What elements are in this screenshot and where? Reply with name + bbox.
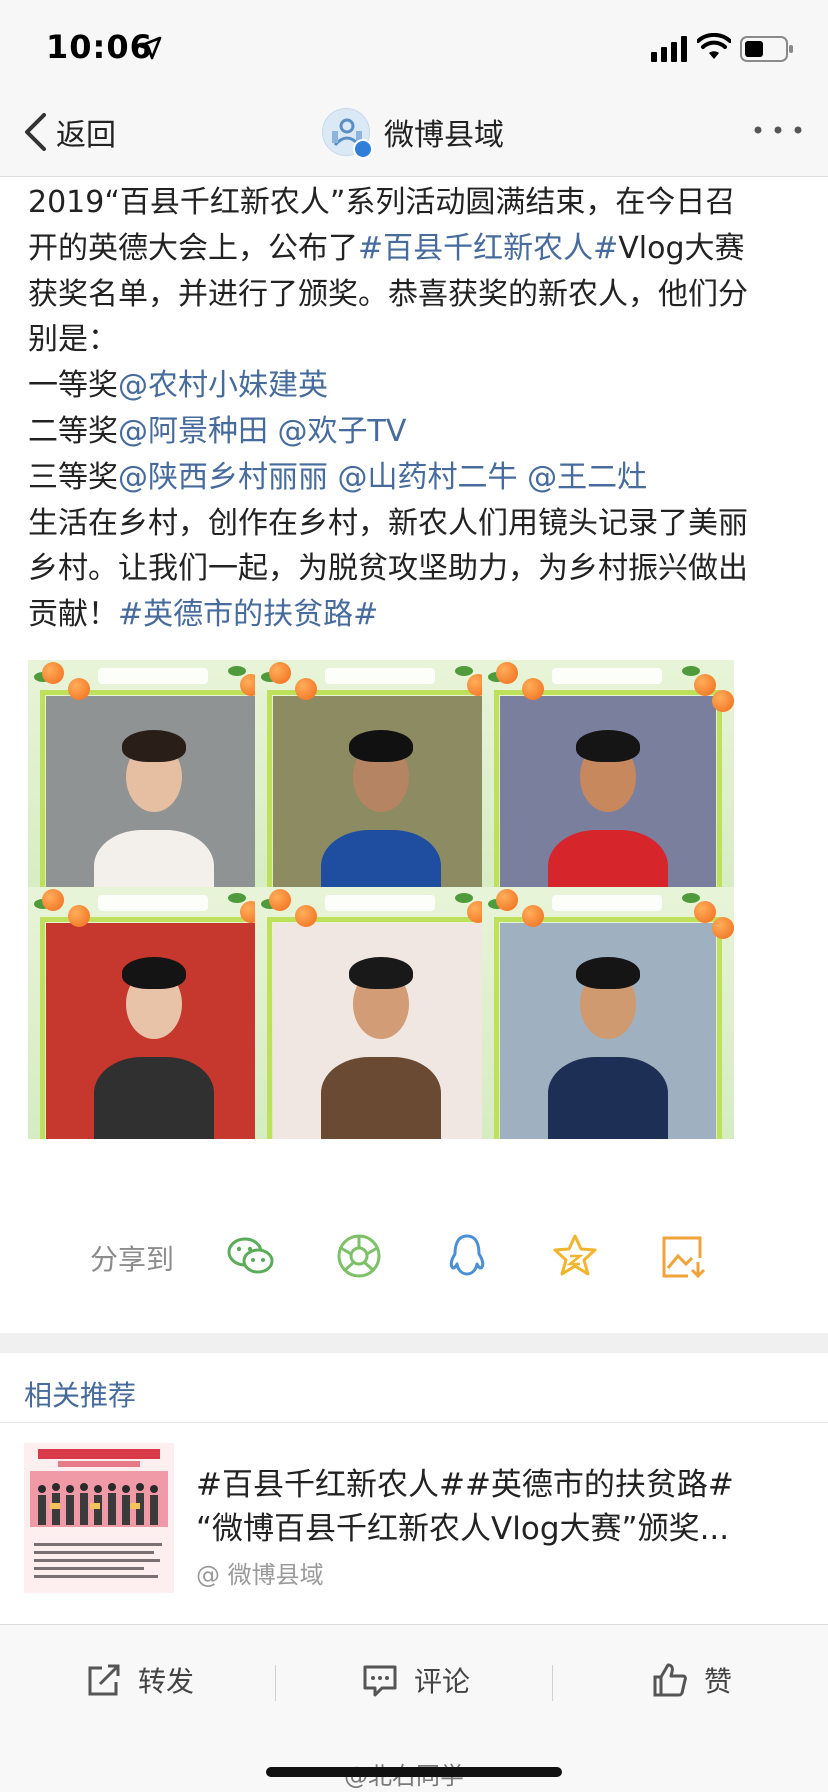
mention-link[interactable]: @山药村二牛: [338, 460, 518, 495]
post-text: 2019“百县千红新农人”系列活动圆满结束，在今日召 开的英德大会上，公布了#百县…: [28, 180, 808, 638]
comment-button[interactable]: 评论: [362, 1655, 470, 1705]
action-bar: 转发 评论 赞 @北右同学: [0, 1624, 828, 1792]
photo-woman-street[interactable]: [28, 887, 280, 1139]
save-image-icon[interactable]: [658, 1232, 708, 1280]
home-indicator[interactable]: [266, 1767, 562, 1777]
post-text-segment: 乡村。让我们一起，为脱贫攻坚助力，为乡村振兴做出: [28, 551, 748, 587]
post-text-segment: 三等奖: [28, 459, 118, 495]
post-line: 2019“百县千红新农人”系列活动圆满结束，在今日召: [28, 180, 808, 226]
cellular-signal-icon: [651, 36, 687, 62]
post-line: 贡献！#英德市的扶贫路#: [28, 592, 808, 638]
weibo-post-screen: 10:06 返回 微博县域 2019“百县千红新农人”系列活动圆满结束，在今日召…: [0, 0, 828, 1792]
related-thumbnail: [24, 1443, 174, 1593]
like-label: 赞: [704, 1665, 733, 1698]
like-button[interactable]: 赞: [652, 1655, 732, 1705]
favorite-icon[interactable]: [550, 1232, 600, 1280]
post-line: 乡村。让我们一起，为脱贫攻坚助力，为乡村振兴做出: [28, 546, 808, 592]
mention-link[interactable]: @欢子TV: [278, 414, 407, 449]
post-line: 开的英德大会上，公布了#百县千红新农人#Vlog大赛: [28, 226, 808, 272]
more-options-icon[interactable]: [750, 118, 806, 142]
post-text-segment: 2019“百县千红新农人”系列活动圆满结束，在今日召: [28, 185, 736, 220]
related-post-card[interactable]: #百县千红新农人##英德市的扶贫路# “微博百县千红新农人Vlog大赛”颁奖..…: [24, 1443, 804, 1593]
share-label: 分享到: [90, 1243, 175, 1276]
post-text-segment: Vlog大赛: [618, 230, 745, 266]
related-divider: [0, 1422, 828, 1423]
account-avatar: [322, 108, 373, 159]
post-line: 二等奖@阿景种田 @欢子TV: [28, 409, 808, 455]
back-button[interactable]: 返回: [22, 110, 116, 154]
post-line: 获奖名单，并进行了颁奖。恭喜获奖的新农人，他们分: [28, 272, 808, 318]
thumbs-up-icon: [653, 1663, 687, 1697]
post-text-segment: 获奖名单，并进行了颁奖。恭喜获奖的新农人，他们分: [28, 276, 748, 312]
action-divider: [275, 1665, 276, 1701]
back-label: 返回: [56, 118, 116, 153]
photo-woman-white-shirt[interactable]: [28, 660, 280, 912]
related-post-title: “微博百县千红新农人Vlog大赛”颁奖...: [196, 1511, 730, 1547]
repost-label: 转发: [138, 1665, 195, 1698]
nav-account[interactable]: 微博县域: [322, 106, 504, 159]
award-group-photo-icon: [24, 1443, 174, 1593]
mention-link[interactable]: @王二灶: [527, 460, 647, 495]
photo-man-tea-basket[interactable]: [482, 887, 734, 1139]
post-line: 生活在乡村，创作在乡村，新农人们用镜头记录了美丽: [28, 501, 808, 547]
repost-button[interactable]: 转发: [86, 1655, 194, 1705]
related-post-tags: #百县千红新农人##英德市的扶贫路#: [196, 1467, 734, 1503]
status-time: 10:06: [46, 28, 153, 66]
page-title: 微博县域: [384, 118, 504, 153]
post-text-segment: [328, 460, 338, 495]
comment-label: 评论: [414, 1665, 471, 1698]
post-line: 三等奖@陕西乡村丽丽 @山药村二牛 @王二灶: [28, 455, 808, 501]
post-text-segment: 一等奖: [28, 368, 118, 404]
photo-man-red-tank[interactable]: [482, 660, 734, 912]
post-text-segment: [518, 460, 528, 495]
related-post-author: @ 微博县域: [196, 1561, 324, 1589]
post-line: 别是：: [28, 317, 808, 363]
wechat-icon[interactable]: [226, 1232, 276, 1280]
photo-grid: [28, 660, 800, 1172]
moments-icon[interactable]: [334, 1232, 384, 1280]
post-text-segment: [268, 414, 278, 449]
related-title: 相关推荐: [24, 1379, 137, 1412]
mention-link[interactable]: @阿景种田: [118, 414, 268, 449]
post-text-segment: 二等奖: [28, 413, 118, 449]
comment-icon: [363, 1665, 397, 1697]
hashtag-link[interactable]: #英德市的扶贫路#: [118, 597, 378, 632]
chevron-left-icon: [25, 113, 46, 151]
section-separator: [0, 1333, 828, 1353]
qq-icon[interactable]: [442, 1232, 492, 1280]
status-bar: 10:06: [0, 0, 828, 100]
post-text-segment: 贡献！: [28, 597, 118, 633]
location-arrow-icon: [138, 36, 162, 60]
verified-badge-icon: [353, 139, 373, 159]
post-line: 一等奖@农村小妹建英: [28, 363, 808, 409]
post-text-segment: 开的英德大会上，公布了: [28, 230, 358, 266]
hashtag-link[interactable]: #百县千红新农人#: [358, 231, 618, 266]
top-bar: 10:06 返回 微博县域: [0, 0, 828, 177]
post-text-segment: 生活在乡村，创作在乡村，新农人们用镜头记录了美丽: [28, 505, 748, 541]
photo-man-blue-jacket[interactable]: [255, 660, 507, 912]
photo-man-brown-vest[interactable]: [255, 887, 507, 1139]
mention-link[interactable]: @农村小妹建英: [118, 368, 328, 403]
mention-link[interactable]: @陕西乡村丽丽: [118, 460, 328, 495]
wifi-icon: [697, 33, 731, 59]
battery-icon: [740, 36, 793, 62]
repost-icon: [88, 1664, 120, 1696]
action-divider: [552, 1665, 553, 1701]
post-text-segment: 别是：: [28, 322, 118, 358]
share-row: 分享到: [0, 1210, 828, 1300]
